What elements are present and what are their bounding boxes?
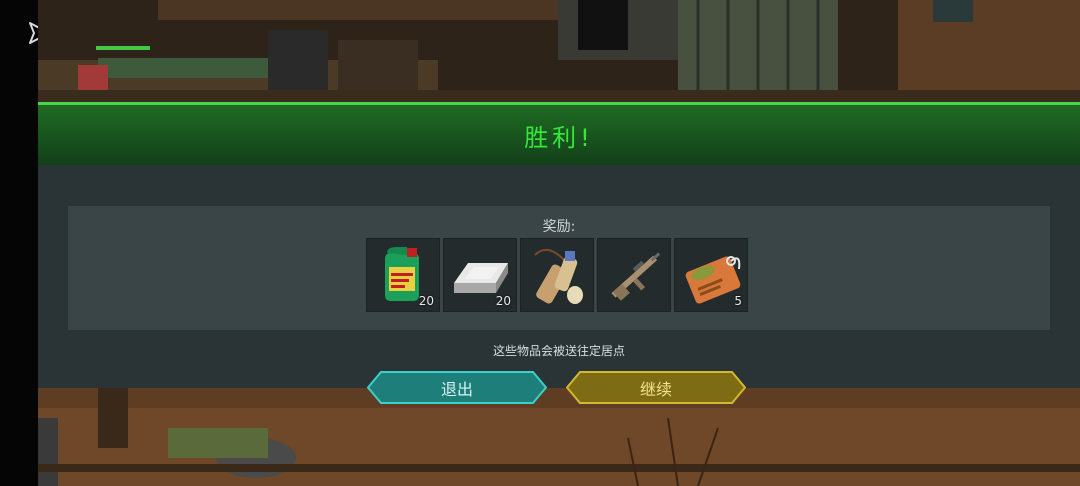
item-count: 5: [734, 294, 742, 308]
reward-box: 奖励: 20 20 5: [68, 206, 1050, 330]
reward-item-assault-rifle[interactable]: [597, 238, 671, 312]
exit-button[interactable]: 退出: [367, 371, 547, 404]
item-count: 20: [418, 294, 434, 308]
reward-item-ammo-tag[interactable]: 5: [674, 238, 748, 312]
victory-title: 胜利!: [524, 123, 594, 152]
exit-button-label: 退出: [440, 379, 473, 399]
item-count: 20: [495, 294, 511, 308]
water-flask-icon: [534, 248, 583, 304]
reward-label: 奖励:: [542, 219, 576, 235]
assault-rifle-icon: [611, 252, 661, 301]
continue-button-label: 继续: [639, 379, 672, 399]
game-scene-bottom: [38, 388, 1080, 486]
game-scene-top: [38, 0, 1080, 108]
reward-item-metal-ingot[interactable]: 20: [443, 238, 517, 312]
delivery-note: 这些物品会被送往定居点: [492, 344, 625, 358]
reward-item-water-flask[interactable]: [520, 238, 594, 312]
left-black-strip: [0, 0, 38, 486]
health-bar: [96, 46, 150, 50]
reward-panel: 奖励: 20 20 5 这些物品会被送往定居点: [38, 165, 1080, 388]
reward-item-motor-oil[interactable]: 20: [366, 238, 440, 312]
reward-items: 20 20 5: [366, 238, 748, 312]
continue-button[interactable]: 继续: [566, 371, 746, 404]
victory-banner: 胜利!: [38, 102, 1080, 165]
